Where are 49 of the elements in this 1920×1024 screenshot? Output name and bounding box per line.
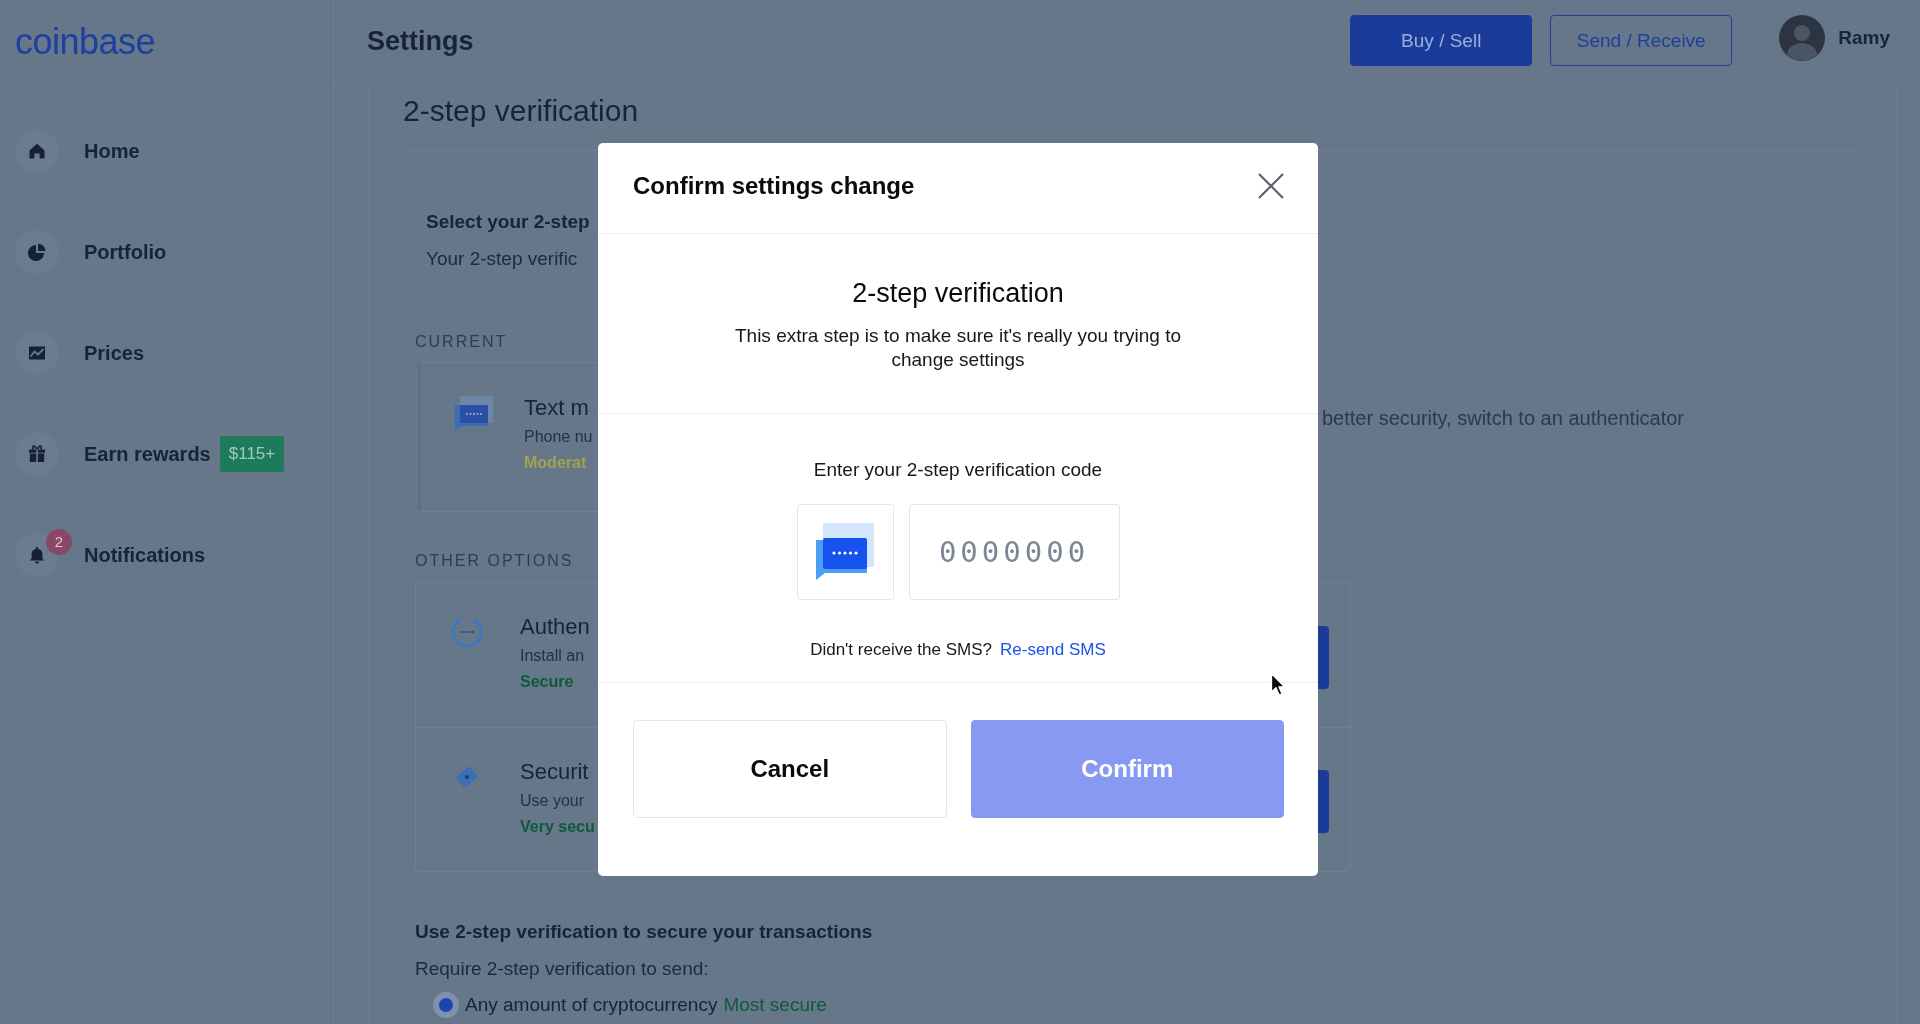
method-title: Authen — [520, 613, 590, 641]
code-input[interactable]: 0000000 — [908, 504, 1120, 600]
radio-button[interactable] — [433, 992, 459, 1018]
code-prompt: Enter your 2-step verification code — [813, 458, 1103, 482]
nav-item[interactable]: Home — [84, 137, 140, 164]
group-label: CURRENT — [415, 332, 508, 352]
modal-heading: 2-step verification — [852, 277, 1064, 310]
modal-description: This extra step is to make sure it's really you trying to change settings — [733, 324, 1183, 372]
chat-bubble-icon — [455, 396, 493, 431]
send-receive-button[interactable]: Send / Receive — [1550, 15, 1733, 66]
nav-item[interactable]: Portfolio — [84, 238, 167, 265]
cancel-button[interactable]: Cancel — [633, 720, 947, 818]
section-heading: 2-step verification — [403, 93, 639, 129]
security-rating: Secure — [520, 672, 575, 692]
nav-item[interactable]: Notifications — [84, 541, 206, 568]
ring-icon — [450, 615, 484, 649]
chat-bubble-icon — [796, 504, 894, 600]
reward-badge: $115+ — [219, 435, 285, 472]
method-title: Text m — [524, 394, 590, 422]
resend-prompt: Didn't receive the SMS? — [810, 639, 992, 661]
intro-title: Select your 2-step — [426, 210, 590, 234]
close-icon[interactable] — [1258, 173, 1284, 199]
notification-count: 2 — [46, 529, 72, 555]
option-label: Any amount of cryptocurrency — [465, 993, 718, 1017]
home-icon — [15, 128, 59, 173]
transactions-text: Require 2-step verification to send: — [415, 957, 709, 981]
gift-icon — [15, 431, 59, 476]
security-rating: Moderat — [524, 453, 588, 473]
transactions-title: Use 2-step verification to secure your transactions — [415, 920, 873, 944]
pie-chart-icon — [15, 229, 59, 274]
modal-title: Confirm settings change — [633, 172, 915, 200]
page-title: Settings — [367, 26, 474, 57]
nav-item[interactable]: Prices — [84, 339, 145, 366]
method-description: Use your — [520, 791, 586, 811]
line-chart-icon — [15, 330, 59, 375]
security-rating: Very secu — [520, 817, 595, 837]
method-description: Install an — [520, 646, 586, 666]
method-note: better security, switch to an authenticator — [1322, 406, 1685, 431]
security-tag: Most secure — [723, 992, 827, 1018]
resend-link[interactable]: Re-send SMS — [1000, 638, 1106, 662]
buy-sell-button[interactable]: Buy / Sell — [1350, 15, 1533, 66]
nav-item[interactable]: Earn rewards — [84, 440, 211, 467]
user-avatar — [1779, 15, 1826, 61]
logo[interactable]: coinbase — [15, 22, 156, 62]
group-label: OTHER OPTIONS — [415, 551, 574, 571]
method-description: Phone nu — [524, 427, 593, 447]
user-name[interactable]: Ramy — [1838, 15, 1890, 61]
intro-text: Your 2-step verific — [426, 247, 578, 271]
method-title: Securit — [520, 758, 590, 786]
